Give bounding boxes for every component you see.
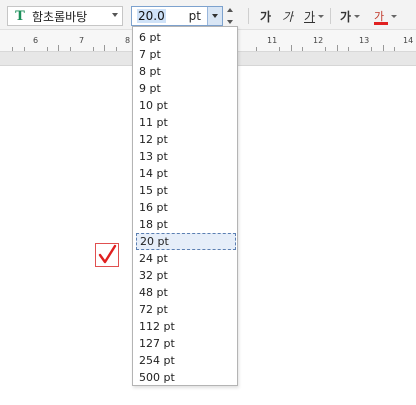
ruler-tick [383,45,384,51]
font-name-select[interactable]: T 함초롬바탕 [7,6,123,26]
ruler-tick [256,47,257,51]
font-t-icon: T [15,8,25,24]
font-size-dropdown-button[interactable] [207,7,222,25]
font-size-value[interactable]: 20.0 [137,9,166,23]
font-size-option[interactable]: 15 pt [139,182,168,199]
font-size-input[interactable]: 20.0 pt [131,6,223,26]
underline-label: 가 [304,9,316,24]
ruler-tick [12,47,13,51]
font-size-option[interactable]: 9 pt [139,80,161,97]
chevron-down-icon[interactable] [318,14,325,18]
font-size-option[interactable]: 8 pt [139,63,161,80]
ruler-tick [104,45,105,51]
font-size-option[interactable]: 127 pt [139,335,175,352]
font-size-option[interactable]: 24 pt [139,250,168,267]
ruler-tick [279,47,280,51]
ruler-number: 11 [267,36,278,45]
ruler-tick [394,47,395,51]
font-size-option[interactable]: 254 pt [139,352,175,369]
ruler-tick [325,47,326,51]
ruler-tick [116,47,117,51]
ruler-number: 6 [33,36,39,45]
font-size-option[interactable]: 6 pt [139,29,161,46]
font-size-option[interactable]: 32 pt [139,267,168,284]
font-size-option[interactable]: 10 pt [139,97,168,114]
spin-up-icon[interactable] [226,8,233,12]
ruler-number: 13 [359,36,370,45]
ruler-tick [291,45,292,51]
ruler-tick [93,47,94,51]
ruler-tick [371,47,372,51]
chevron-down-icon[interactable] [354,14,361,18]
font-size-unit: pt [188,9,201,23]
font-color-swatch [374,21,388,25]
ruler-tick [337,45,338,51]
font-size-option[interactable]: 14 pt [139,165,168,182]
bold-label: 가 [260,9,272,24]
ruler-tick [70,47,71,51]
ruler-tick [348,47,349,51]
ruler-number: 14 [403,36,414,45]
spin-down-icon[interactable] [226,20,233,24]
font-size-option[interactable]: 13 pt [139,148,168,165]
font-size-option[interactable]: 16 pt [139,199,168,216]
font-size-option[interactable]: 48 pt [139,284,168,301]
font-size-dropdown-list[interactable]: 6 pt 7 pt 8 pt 9 pt 10 pt 11 pt 12 pt 13… [132,26,238,386]
font-size-option[interactable]: 7 pt [139,46,161,63]
toolbar-divider [330,8,331,24]
font-size-option[interactable]: 500 pt [139,369,175,386]
ruler-tick [302,47,303,51]
checkmark-icon [95,243,119,267]
ruler-tick [24,47,25,51]
ruler-tick [58,45,59,51]
ruler-number: 12 [313,36,324,45]
strikethrough-label: 가 [340,9,352,24]
font-size-option[interactable]: 18 pt [139,216,168,233]
toolbar-divider [248,8,249,24]
bold-button[interactable]: 가 [260,7,271,25]
strikethrough-button[interactable]: 가 [340,7,361,25]
font-size-spinner[interactable] [224,6,235,26]
chevron-down-icon[interactable] [391,14,397,18]
italic-button[interactable]: 가 [282,7,293,25]
font-size-option-selected[interactable]: 20 pt [136,233,236,250]
font-size-option[interactable]: 112 pt [139,318,175,335]
ruler-tick [47,47,48,51]
font-size-option[interactable]: 12 pt [139,131,168,148]
italic-label: 가 [282,9,294,24]
ruler-number: 7 [79,36,85,45]
font-name-value: 함초롬바탕 [32,9,88,24]
font-size-option[interactable]: 11 pt [139,114,168,131]
underline-button[interactable]: 가 [304,7,325,25]
chevron-down-icon [212,14,218,18]
ruler-number: 8 [125,36,131,45]
font-size-option[interactable]: 72 pt [139,301,168,318]
chevron-down-icon [112,13,118,17]
font-color-button[interactable]: 가 [374,7,397,25]
